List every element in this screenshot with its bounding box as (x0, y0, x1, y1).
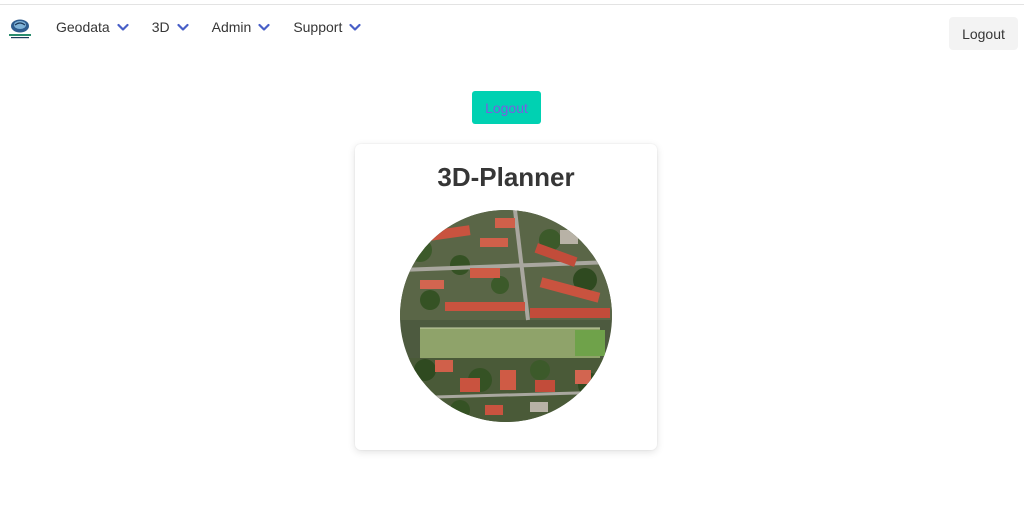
card-title: 3D-Planner (437, 162, 575, 192)
logout-button[interactable]: Logout (472, 91, 541, 124)
planner-card[interactable]: 3D-Planner (355, 144, 657, 450)
chevron-down-icon (117, 23, 129, 31)
chevron-down-icon (349, 23, 361, 31)
nav-item-label: Support (293, 19, 343, 35)
nav-item-label: 3D (151, 19, 170, 35)
nav-item-geodata[interactable]: Geodata (56, 19, 129, 35)
nav-item-3d[interactable]: 3D (152, 19, 189, 35)
nav-item-label: Admin (211, 19, 252, 35)
aerial-city-image[interactable] (400, 210, 612, 422)
navbar: Geodata 3D Admin Support Logout (0, 5, 1024, 53)
chevron-down-icon (258, 23, 270, 31)
nav-menu: Geodata 3D Admin Support (56, 19, 384, 35)
nav-item-support[interactable]: Support (293, 19, 361, 35)
logo-icon[interactable] (7, 17, 33, 39)
nav-item-label: Geodata (56, 19, 110, 35)
chevron-down-icon (177, 23, 189, 31)
navbar-logout-button[interactable]: Logout (949, 17, 1018, 50)
nav-item-admin[interactable]: Admin (212, 19, 271, 35)
